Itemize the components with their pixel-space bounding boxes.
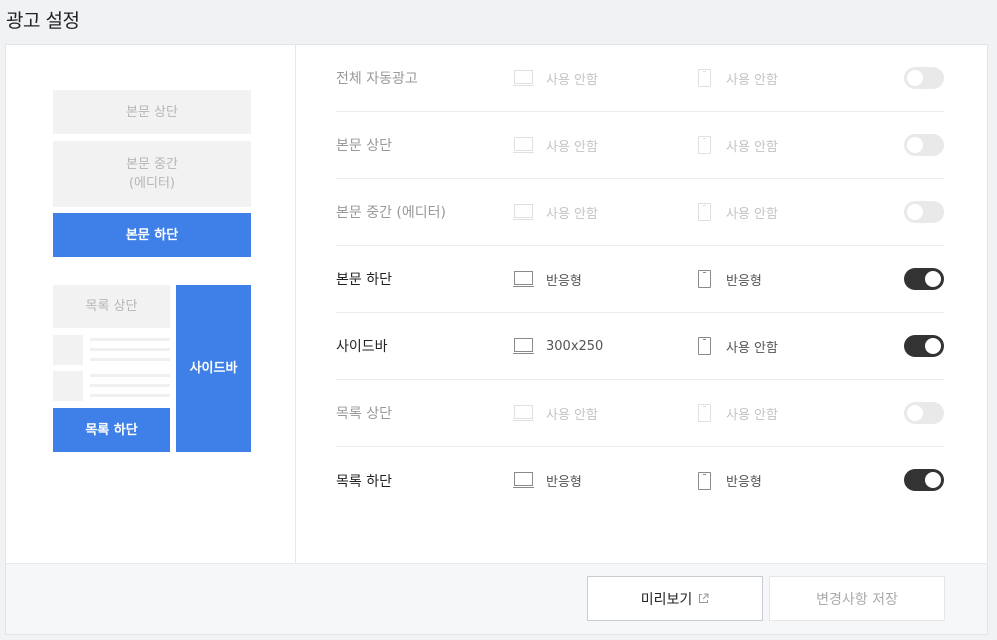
- preview-list-line: [90, 348, 170, 351]
- desktop-monitor-icon: [513, 69, 534, 87]
- preview-list-line: [90, 338, 170, 341]
- mobile-phone-icon: [698, 136, 711, 154]
- ad-slot-label: 목록 하단: [336, 473, 392, 490]
- toggle-knob: [925, 271, 941, 287]
- layout-preview: 본문 상단 본문 중간 (에디터) 본문 하단 목록 상단 목록 하단 사이드바: [6, 45, 296, 563]
- mobile-setting-value: 사용 안함: [726, 206, 778, 222]
- preview-list-line: [90, 384, 170, 387]
- footer-bar: 미리보기 변경사항 저장: [5, 563, 988, 635]
- preview-list-top: 목록 상단: [53, 285, 170, 328]
- pc-setting-value: 사용 안함: [546, 206, 598, 222]
- pc-setting[interactable]: 반응형: [513, 246, 582, 312]
- pc-setting[interactable]: 사용 안함: [513, 45, 598, 111]
- mobile-setting-value: 사용 안함: [726, 340, 778, 356]
- mobile-setting-value: 사용 안함: [726, 72, 778, 88]
- pc-setting-value: 사용 안함: [546, 407, 598, 423]
- mobile-setting[interactable]: 사용 안함: [698, 45, 778, 111]
- preview-content-top: 본문 상단: [53, 90, 251, 134]
- ad-slot-row: 목록 상단 사용 안함 사용 안함: [336, 380, 944, 447]
- toggle-knob: [907, 70, 923, 86]
- toggle-knob: [925, 472, 941, 488]
- mobile-setting[interactable]: 사용 안함: [698, 112, 778, 178]
- desktop-monitor-icon: [513, 472, 534, 489]
- page-title: 광고 설정: [6, 10, 80, 32]
- pc-setting[interactable]: 사용 안함: [513, 179, 598, 245]
- ad-slot-row: 목록 하단 반응형 반응형: [336, 447, 944, 514]
- pc-setting[interactable]: 반응형: [513, 447, 582, 514]
- ad-slot-row: 본문 하단 반응형 반응형: [336, 246, 944, 313]
- pc-setting-value: 반응형: [546, 475, 582, 490]
- desktop-monitor-icon: [513, 404, 534, 422]
- ad-slot-toggle[interactable]: [904, 402, 944, 424]
- desktop-monitor-icon: [513, 203, 534, 221]
- toggle-knob: [907, 405, 923, 421]
- preview-list-thumb: [53, 371, 83, 401]
- toggle-knob: [925, 338, 941, 354]
- preview-list-line: [90, 358, 170, 361]
- ad-slot-toggle[interactable]: [904, 469, 944, 491]
- preview-button[interactable]: 미리보기: [587, 576, 763, 621]
- ad-slot-label: 본문 상단: [336, 138, 392, 154]
- mobile-setting[interactable]: 사용 안함: [698, 179, 778, 245]
- mobile-setting[interactable]: 반응형: [698, 447, 762, 514]
- preview-content-middle: 본문 중간 (에디터): [53, 141, 251, 207]
- mobile-phone-icon: [698, 270, 711, 288]
- mobile-setting-value: 반응형: [726, 273, 762, 289]
- preview-content-middle-line1: 본문 중간: [126, 157, 178, 172]
- desktop-monitor-icon: [513, 270, 534, 288]
- mobile-phone-icon: [698, 337, 711, 355]
- ad-slot-row: 본문 중간 (에디터) 사용 안함 사용 안함: [336, 179, 944, 246]
- ad-slot-toggle[interactable]: [904, 201, 944, 223]
- ad-slot-row: 본문 상단 사용 안함 사용 안함: [336, 112, 944, 179]
- ad-slot-row: 사이드바 300x250 사용 안함: [336, 313, 944, 380]
- mobile-phone-icon: [698, 471, 711, 490]
- mobile-setting[interactable]: 사용 안함: [698, 313, 778, 379]
- mobile-setting[interactable]: 사용 안함: [698, 380, 778, 446]
- pc-setting-value: 반응형: [546, 273, 582, 289]
- mobile-setting-value: 반응형: [726, 475, 762, 490]
- ad-slot-label: 전체 자동광고: [336, 71, 418, 87]
- save-changes-button[interactable]: 변경사항 저장: [769, 576, 945, 621]
- ad-slot-toggle[interactable]: [904, 335, 944, 357]
- external-link-icon: [698, 593, 709, 604]
- mobile-setting-value: 사용 안함: [726, 139, 778, 155]
- preview-button-label: 미리보기: [640, 591, 693, 608]
- mobile-phone-icon: [698, 203, 711, 221]
- ad-slot-list: 전체 자동광고 사용 안함 사용 안함 본문 상단 사용 안함 사용 안함 본문…: [336, 45, 944, 514]
- pc-setting-value: 사용 안함: [546, 72, 598, 88]
- pc-setting-value: 사용 안함: [546, 139, 598, 155]
- preview-list-line: [90, 394, 170, 397]
- mobile-phone-icon: [698, 404, 711, 422]
- mobile-phone-icon: [698, 69, 711, 87]
- pc-setting[interactable]: 사용 안함: [513, 112, 598, 178]
- toggle-knob: [907, 204, 923, 220]
- pc-setting[interactable]: 사용 안함: [513, 380, 598, 446]
- ad-slot-label: 사이드바: [336, 339, 388, 355]
- ad-slot-label: 본문 중간 (에디터): [336, 205, 446, 221]
- preview-list-bottom: 목록 하단: [53, 408, 170, 452]
- mobile-setting[interactable]: 반응형: [698, 246, 762, 312]
- desktop-monitor-icon: [513, 136, 534, 154]
- ad-slot-label: 목록 상단: [336, 406, 392, 422]
- ad-slot-row: 전체 자동광고 사용 안함 사용 안함: [336, 45, 944, 112]
- ad-slot-toggle[interactable]: [904, 268, 944, 290]
- preview-content-middle-line2: (에디터): [128, 176, 175, 191]
- preview-list-line: [90, 374, 170, 377]
- preview-content-bottom: 본문 하단: [53, 213, 251, 257]
- ad-slot-toggle[interactable]: [904, 67, 944, 89]
- desktop-monitor-icon: [513, 337, 534, 355]
- toggle-knob: [907, 137, 923, 153]
- ad-slot-label: 본문 하단: [336, 272, 392, 288]
- mobile-setting-value: 사용 안함: [726, 407, 778, 423]
- pc-setting[interactable]: 300x250: [513, 313, 603, 379]
- preview-list-thumb: [53, 335, 83, 365]
- preview-sidebar: 사이드바: [176, 285, 251, 452]
- pc-setting-value: 300x250: [546, 338, 604, 354]
- ad-settings-panel: 본문 상단 본문 중간 (에디터) 본문 하단 목록 상단 목록 하단 사이드바…: [5, 44, 988, 563]
- ad-slot-toggle[interactable]: [904, 134, 944, 156]
